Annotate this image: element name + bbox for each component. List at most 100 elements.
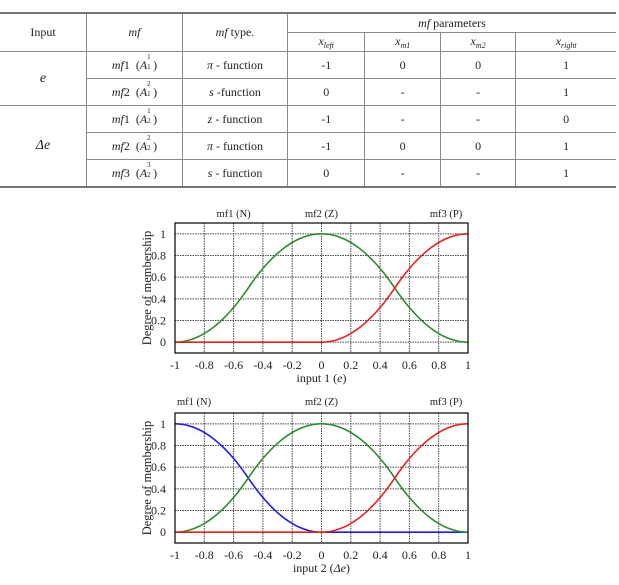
mf-annotation: mf1 (N) — [177, 397, 212, 408]
mf-type-cell: π - function — [182, 132, 288, 160]
y-axis-label: Degree of membership — [140, 231, 154, 346]
x-tick-label: -0.4 — [253, 358, 272, 372]
mf-number: 3 — [123, 166, 130, 180]
fuzzy-set-sub: 2 — [147, 171, 151, 179]
mf-number: 1 — [123, 112, 130, 126]
mf-annotation: mf3 (P) — [430, 397, 463, 408]
param-sub: left — [323, 41, 334, 50]
param-x-m2: 0 — [439, 132, 517, 160]
mf-type-text: - function — [212, 165, 263, 180]
param-x-right: 1 — [515, 51, 616, 79]
param-x-m1: - — [364, 105, 441, 133]
fuzzy-set-symbol: A — [139, 85, 148, 99]
table-row: mf2 (A 2 1) s -function 0- -1 — [0, 78, 616, 106]
x-axis-label-suffix: ) — [346, 561, 350, 575]
mf-annotation: mf2 (Z) — [305, 397, 338, 408]
param-x-right: 1 — [515, 132, 616, 160]
header-params-rest: parameters — [430, 15, 486, 30]
y-tick-label: 1 — [160, 227, 166, 241]
x-axis-label: input 2 (Δe) — [293, 561, 350, 575]
header-param-right: xright — [515, 32, 616, 52]
input-variable: e — [0, 51, 87, 106]
mf-label: mf — [111, 139, 124, 153]
x-axis-label: input 1 (e) — [297, 371, 347, 385]
x-tick-label: -0.8 — [195, 358, 214, 372]
x-tick-label: -0.4 — [253, 548, 272, 562]
fuzzy-set-sub: 2 — [147, 144, 151, 152]
header-mf-type-italic: mf — [215, 25, 228, 39]
param-x-right: 1 — [515, 159, 616, 188]
fuzzy-set-sup: 1 — [147, 107, 151, 115]
mf-parameters-table: Input mf mf type. mf parameters xleft xm1… — [0, 12, 616, 188]
table-row: e mf1 (A 1 1) π - function -1 0 0 1 — [0, 51, 616, 106]
header-input: Input — [0, 12, 87, 52]
fuzzy-set-sup: 3 — [147, 161, 151, 169]
x-tick-label: 0.6 — [402, 358, 417, 372]
x-tick-label: 1 — [465, 548, 471, 562]
y-tick-label: 0 — [160, 525, 166, 539]
param-x-left: 0 — [286, 78, 366, 106]
header-mf: mf — [86, 12, 183, 52]
y-axis-label: Degree of membership — [140, 421, 154, 536]
mf-annotation: mf2 (Z) — [305, 209, 338, 220]
x-tick-label: 0.6 — [402, 548, 417, 562]
fuzzy-set-symbol: A — [139, 112, 148, 126]
header-param-left: xleft — [287, 32, 366, 52]
x-axis-label-prefix: input 2 ( — [293, 561, 334, 575]
param-x-right: 1 — [515, 78, 616, 106]
mf-type-cell: s - function — [182, 159, 288, 188]
x-tick-label: 1 — [465, 358, 471, 372]
mf-type-text: - function — [213, 57, 263, 72]
x-tick-label: -0.8 — [195, 548, 214, 562]
fuzzy-set-symbol: A — [139, 58, 148, 72]
param-x-m1: - — [364, 159, 441, 188]
y-tick-label: 1 — [160, 417, 166, 431]
mf-type-text: -function — [213, 84, 261, 99]
mf-type-cell: s -function — [182, 78, 288, 106]
fuzzy-set-sub: 1 — [147, 90, 151, 98]
mf-cell: mf1 (A 1 2) — [86, 105, 183, 133]
mf-type-cell: π - function — [182, 51, 288, 79]
x-tick-label: -1 — [170, 358, 180, 372]
param-x-m1: - — [364, 78, 441, 106]
mf-label: mf — [111, 85, 124, 99]
membership-plot-input2: -1 -0.8 -0.6 -0.4 -0.2 0 0.2 0.4 0.6 0.8 100.20.40… — [140, 397, 471, 575]
x-tick-label: -0.2 — [283, 358, 302, 372]
header-params-italic: mf — [418, 15, 431, 30]
y-tick-label: 0 — [160, 335, 166, 349]
x-tick-label: 0 — [319, 548, 325, 562]
fuzzy-set-sup: 1 — [147, 53, 151, 61]
x-tick-label: 0.4 — [373, 548, 388, 562]
param-x-left: -1 — [286, 132, 366, 160]
x-tick-label: 0.4 — [373, 358, 388, 372]
x-tick-label: 0.8 — [431, 548, 446, 562]
fuzzy-set-sub: 2 — [147, 117, 151, 125]
table-row: mf2 (A 2 2) π - function -1 0 0 1 — [0, 132, 616, 160]
param-x-m1: 0 — [364, 132, 441, 160]
param-x-left: -1 — [286, 51, 366, 79]
fuzzy-set-symbol: A — [139, 139, 148, 153]
fuzzy-set-sub: 1 — [147, 63, 151, 71]
input-variable: Δe — [0, 105, 87, 188]
mf-annotation: mf3 (P) — [430, 209, 463, 220]
mf-cell: mf2 (A 2 1) — [86, 78, 183, 106]
mf-number: 2 — [123, 85, 130, 99]
x-tick-label: 0.2 — [343, 548, 358, 562]
param-x-m2: - — [439, 78, 517, 106]
mf-number: 1 — [123, 58, 130, 72]
x-tick-label: -0.6 — [224, 358, 243, 372]
param-x-m2: - — [439, 159, 517, 188]
param-x-m2: 0 — [439, 51, 517, 79]
param-x-left: -1 — [286, 105, 366, 133]
mf-label: mf — [111, 112, 124, 126]
mf-annotation: mf1 (N) — [217, 209, 252, 220]
mf-type-cell: z - function — [182, 105, 288, 133]
param-x-right: 0 — [515, 105, 616, 133]
header-param-m2: xm2 — [439, 32, 517, 52]
x-tick-label: -1 — [170, 548, 180, 562]
mf-cell: mf2 (A 2 2) — [86, 132, 183, 160]
mf-label: mf — [111, 166, 124, 180]
mf-cell: mf3 (A 3 2) — [86, 159, 183, 188]
mf-type-text: - function — [212, 111, 263, 126]
x-tick-label: 0 — [319, 358, 325, 372]
